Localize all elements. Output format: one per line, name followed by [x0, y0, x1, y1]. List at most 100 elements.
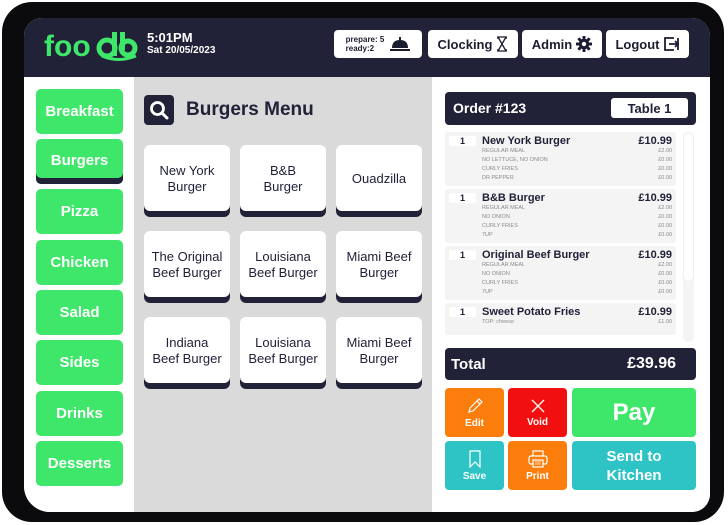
- line-qty[interactable]: 1: [449, 136, 476, 146]
- modifier-price: £0.00: [658, 223, 672, 229]
- modifier-label: 7UP: [482, 232, 493, 238]
- menu-item-name-line1: Louisiana: [255, 248, 311, 264]
- orders-status-button[interactable]: prepare: 5 ready:2: [334, 30, 422, 58]
- hourglass-icon: [497, 36, 508, 52]
- printer-icon: [527, 449, 548, 468]
- search-button[interactable]: [144, 95, 174, 125]
- menu-item-name-line2: Burger: [263, 178, 303, 194]
- category-breakfast[interactable]: Breakfast: [36, 89, 123, 134]
- order-number: Order #123: [453, 100, 527, 116]
- logout-button[interactable]: Logout: [606, 30, 689, 58]
- ready-count: ready:2: [345, 44, 375, 53]
- menu-item-name-line2: Burger: [359, 264, 399, 280]
- clocking-button[interactable]: Clocking: [428, 30, 518, 58]
- menu-item-name-line1: Ouadzilla: [351, 170, 407, 186]
- menu-item[interactable]: Miami Beef Burger: [336, 231, 422, 303]
- bookmark-icon: [468, 449, 481, 468]
- order-scrollbar-thumb[interactable]: [683, 132, 694, 282]
- menu-item[interactable]: Miami Beef Burger: [336, 317, 422, 389]
- total-amount: £39.96: [627, 355, 676, 372]
- modifier-price: £0.00: [658, 175, 672, 181]
- order-line[interactable]: 1 Original Beef Burger £10.99 REGULAR MEA…: [445, 246, 676, 300]
- modifier-price: £0.00: [658, 232, 672, 238]
- order-panel: Order #123 Table 1 1 New York Burger £10.…: [432, 77, 710, 512]
- category-chicken[interactable]: Chicken: [36, 240, 123, 285]
- order-line[interactable]: 1 Sweet Potato Fries £10.99 TOP: cheese £1…: [445, 303, 676, 335]
- menu-item[interactable]: B&B Burger: [240, 145, 326, 217]
- void-button[interactable]: Void: [508, 388, 567, 437]
- menu-item-name-line2: Beef Burger: [152, 264, 222, 280]
- order-line[interactable]: 1 New York Burger £10.99 REGULAR MEAL £2.0…: [445, 132, 676, 186]
- category-burgers[interactable]: Burgers: [36, 139, 123, 184]
- modifier-price: £0.00: [658, 289, 672, 295]
- modifier-label: TOP: cheese: [482, 319, 514, 325]
- modifier-price: £0.00: [658, 166, 672, 172]
- category-drinks[interactable]: Drinks: [36, 391, 123, 436]
- line-price: £10.99: [638, 192, 672, 204]
- order-total-bar: Total £39.96: [445, 348, 696, 380]
- menu-item-name-line1: B&B: [269, 162, 296, 178]
- menu-item-name-line2: Beef Burger: [248, 264, 318, 280]
- modifier-label: REGULAR MEAL: [482, 148, 526, 154]
- tablet-frame: foo 5:01PM Sat 20/05/2023 prepare: 5 rea…: [2, 2, 724, 522]
- modifier-price: £2.00: [658, 205, 672, 211]
- menu-item-name-line2: Beef Burger: [152, 350, 222, 366]
- category-sides[interactable]: Sides: [36, 340, 123, 385]
- modifier-label: NO ONION: [482, 271, 510, 277]
- menu-item-name-line1: The Original: [151, 248, 223, 264]
- modifier-price: £0.00: [658, 280, 672, 286]
- line-price: £10.99: [638, 306, 672, 318]
- category-salad[interactable]: Salad: [36, 290, 123, 335]
- pay-button[interactable]: Pay: [572, 388, 696, 437]
- send-label-line2: Kitchen: [606, 466, 662, 484]
- menu-item-name-line1: Indiana: [165, 334, 209, 350]
- modifier-price: £1.00: [658, 319, 672, 325]
- send-to-kitchen-button[interactable]: Send to Kitchen: [572, 441, 696, 490]
- order-header: Order #123 Table 1: [445, 92, 696, 125]
- logout-label: Logout: [615, 36, 660, 52]
- admin-button[interactable]: Admin: [522, 30, 602, 58]
- menu-items-grid: New York Burger B&B Burger Ouadzilla The O…: [144, 145, 422, 389]
- line-price: £10.99: [638, 135, 672, 147]
- menu-item[interactable]: Louisiana Beef Burger: [240, 231, 326, 303]
- category-pizza[interactable]: Pizza: [36, 189, 123, 234]
- line-qty[interactable]: 1: [449, 307, 476, 317]
- modifier-label: REGULAR MEAL: [482, 205, 526, 211]
- modifier-label: NO LETTUCE, NO ONION: [482, 157, 548, 163]
- menu-item[interactable]: Indiana Beef Burger: [144, 317, 230, 389]
- admin-label: Admin: [531, 36, 573, 52]
- menu-item[interactable]: Ouadzilla: [336, 145, 422, 217]
- line-qty[interactable]: 1: [449, 193, 476, 203]
- logout-icon: [663, 37, 679, 51]
- modifier-label: 7UP: [482, 289, 493, 295]
- order-lines: 1 New York Burger £10.99 REGULAR MEAL £2.0…: [445, 132, 676, 342]
- close-icon: [531, 399, 544, 412]
- order-line[interactable]: 1 B&B Burger £10.99 REGULAR MEAL £2.00 NO …: [445, 189, 676, 243]
- line-qty[interactable]: 1: [449, 250, 476, 260]
- menu-item-name-line1: Louisiana: [255, 334, 311, 350]
- save-button[interactable]: Save: [445, 441, 504, 490]
- modifier-label: DR PEPPER: [482, 175, 514, 181]
- search-icon: [150, 101, 169, 120]
- total-label: Total: [451, 356, 486, 373]
- menu-item[interactable]: Louisiana Beef Burger: [240, 317, 326, 389]
- category-sidebar: Breakfast Burgers Pizza Chicken Salad Si…: [24, 77, 134, 512]
- foodb-logo: foo: [44, 27, 140, 67]
- modifier-price: £2.00: [658, 148, 672, 154]
- menu-header: Burgers Menu: [144, 95, 314, 125]
- table-selector[interactable]: Table 1: [611, 98, 688, 118]
- pos-screen: foo 5:01PM Sat 20/05/2023 prepare: 5 rea…: [24, 18, 710, 512]
- prepare-count: prepare: 5: [345, 35, 385, 44]
- menu-item[interactable]: The Original Beef Burger: [144, 231, 230, 303]
- current-time: 5:01PM: [147, 30, 193, 45]
- modifier-price: £0.00: [658, 157, 672, 163]
- menu-panel: Burgers Menu New York Burger B&B Burger Ou…: [134, 77, 432, 512]
- category-desserts[interactable]: Desserts: [36, 441, 123, 486]
- print-button[interactable]: Print: [508, 441, 567, 490]
- order-scrollbar[interactable]: [683, 132, 694, 342]
- clock: 5:01PM Sat 20/05/2023: [147, 31, 215, 57]
- edit-button[interactable]: Edit: [445, 388, 504, 437]
- menu-item[interactable]: New York Burger: [144, 145, 230, 217]
- menu-item-name-line2: Burger: [359, 350, 399, 366]
- modifier-price: £2.00: [658, 262, 672, 268]
